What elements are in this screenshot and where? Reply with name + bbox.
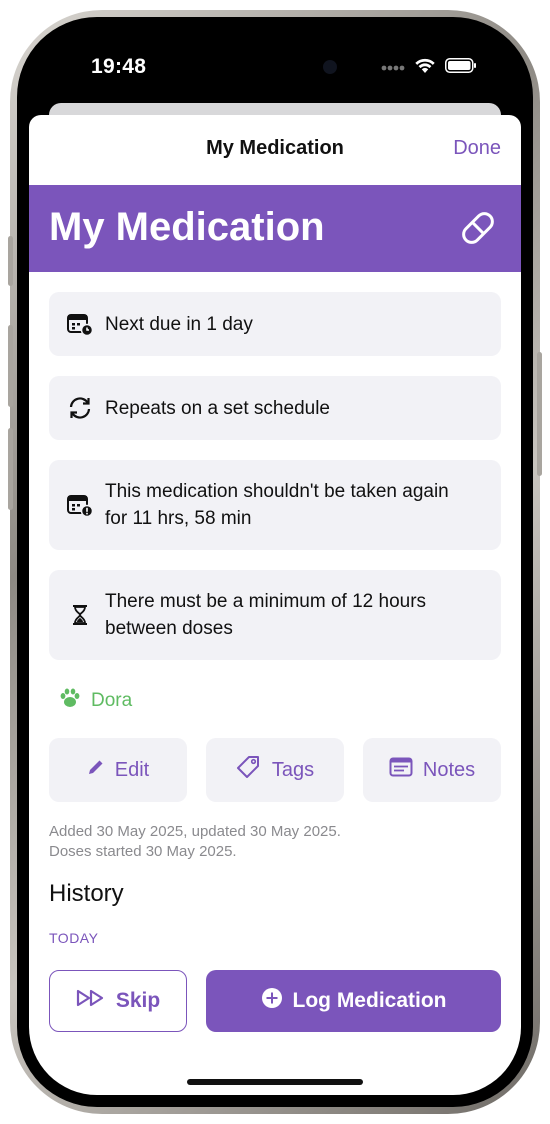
plus-circle-icon xyxy=(261,987,283,1015)
metadata-text: Added 30 May 2025, updated 30 May 2025. … xyxy=(49,822,341,862)
wifi-icon xyxy=(414,57,436,79)
edit-label: Edit xyxy=(114,758,150,781)
pet-name: Dora xyxy=(91,690,133,711)
wait-card: This medication shouldn't be taken again… xyxy=(49,460,501,550)
tag-icon xyxy=(236,755,262,785)
nav-title: My Medication xyxy=(206,137,344,159)
signal-icon xyxy=(381,59,405,77)
screen: 19:48 My Medication Done My Medication N… xyxy=(29,29,521,1095)
notes-icon xyxy=(389,757,413,783)
log-medication-button[interactable]: Log Medication xyxy=(206,970,501,1032)
status-time: 19:48 xyxy=(91,55,147,78)
volume-down-button xyxy=(8,428,13,510)
edit-button[interactable]: Edit xyxy=(49,738,187,802)
power-button xyxy=(537,352,542,476)
skip-label: Skip xyxy=(115,989,161,1012)
calendar-clock-icon xyxy=(67,311,93,337)
repeat-text: Repeats on a set schedule xyxy=(105,397,330,419)
added-updated-text: Added 30 May 2025, updated 30 May 2025. xyxy=(49,823,341,840)
next-due-card: Next due in 1 day xyxy=(49,292,501,356)
done-button[interactable]: Done xyxy=(453,137,501,160)
camera xyxy=(323,60,337,74)
pill-icon xyxy=(459,209,497,252)
home-indicator[interactable] xyxy=(187,1079,363,1085)
doses-started-text: Doses started 30 May 2025. xyxy=(49,843,237,860)
medication-title: My Medication xyxy=(49,205,325,249)
today-section-label: TODAY xyxy=(49,930,99,946)
log-medication-label: Log Medication xyxy=(292,989,447,1012)
repeat-icon xyxy=(67,395,93,421)
notes-label: Notes xyxy=(422,758,476,781)
wait-text: This medication shouldn't be taken again… xyxy=(105,481,449,529)
history-heading: History xyxy=(49,880,124,907)
action-button xyxy=(8,236,13,286)
notes-button[interactable]: Notes xyxy=(363,738,501,802)
tags-label: Tags xyxy=(271,758,315,781)
tags-button[interactable]: Tags xyxy=(206,738,344,802)
paw-icon xyxy=(59,688,81,714)
pet-tag[interactable]: Dora xyxy=(59,688,132,714)
medication-banner: My Medication xyxy=(29,185,521,272)
volume-up-button xyxy=(8,325,13,407)
pencil-icon xyxy=(87,758,105,782)
status-icons xyxy=(381,57,477,79)
hourglass-icon xyxy=(67,602,93,628)
minimum-interval-card: There must be a minimum of 12 hours betw… xyxy=(49,570,501,660)
medication-sheet: My Medication Done My Medication Next du… xyxy=(29,115,521,1095)
next-due-text: Next due in 1 day xyxy=(105,313,253,335)
calendar-alert-icon xyxy=(67,492,93,518)
minimum-interval-text: There must be a minimum of 12 hours betw… xyxy=(105,591,427,639)
repeat-card: Repeats on a set schedule xyxy=(49,376,501,440)
skip-icon xyxy=(76,989,106,1013)
battery-icon xyxy=(445,58,477,78)
skip-button[interactable]: Skip xyxy=(49,970,187,1032)
